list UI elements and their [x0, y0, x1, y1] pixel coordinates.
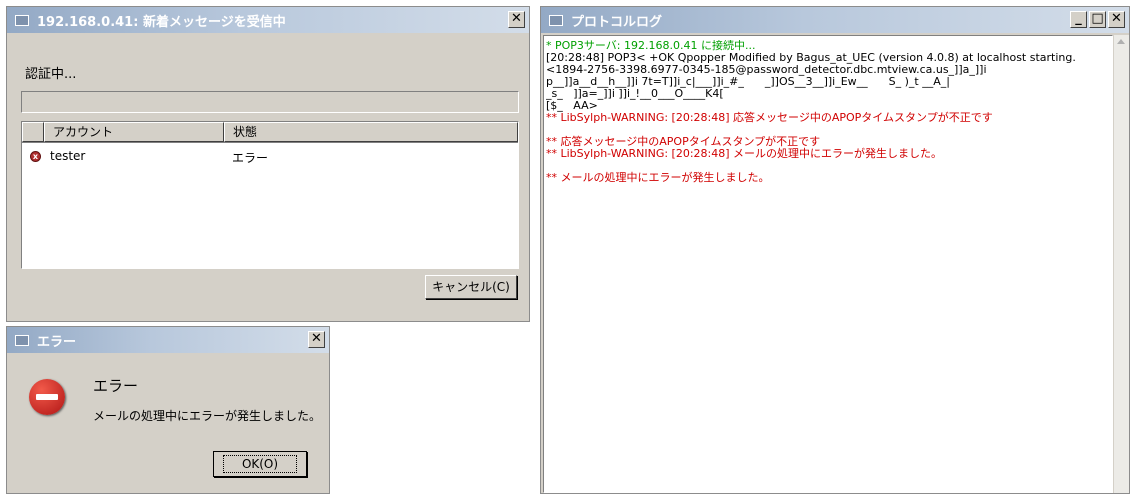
error-dialog: エラー ✕ エラー メールの処理中にエラーが発生しました。 OK(O)	[6, 326, 330, 494]
error-dialog-title: エラー	[37, 334, 77, 350]
column-label-state: 状態	[233, 125, 258, 139]
account-state: エラー	[232, 151, 269, 165]
error-status-icon: x	[30, 151, 41, 162]
log-window-title: プロトコルログ	[571, 14, 663, 30]
window-icon	[15, 334, 29, 346]
list-item[interactable]: x tester エラー	[22, 148, 518, 166]
ok-button[interactable]: OK(O)	[213, 451, 307, 477]
error-dialog-titlebar[interactable]: エラー	[7, 327, 329, 353]
close-icon[interactable]: ✕	[1108, 11, 1125, 28]
status-label: 認証中...	[25, 67, 77, 82]
column-header-icon[interactable]	[22, 122, 44, 142]
log-line: ** メールの処理中にエラーが発生しました。	[546, 171, 770, 184]
account-name: tester	[50, 149, 86, 163]
scroll-up-icon[interactable]	[1117, 39, 1125, 44]
list-header: アカウント 状態	[22, 122, 518, 143]
receive-window: 192.168.0.41: 新着メッセージを受信中 ✕ 認証中... アカウント…	[6, 6, 530, 322]
window-icon	[549, 14, 563, 26]
progress-bar	[21, 91, 519, 113]
minimize-icon[interactable]: _	[1070, 11, 1087, 28]
log-line: ** LibSylph-WARNING: [20:28:48] メールの処理中に…	[546, 147, 943, 160]
ok-button-label: OK(O)	[222, 455, 298, 473]
account-list[interactable]: アカウント 状態 x tester エラー	[21, 121, 519, 269]
protocol-log-window: プロトコルログ _ □ ✕ * POP3サーバ: 192.168.0.41 に接…	[540, 6, 1130, 494]
stop-sign-icon	[29, 379, 65, 415]
receive-window-titlebar[interactable]: 192.168.0.41: 新着メッセージを受信中	[7, 7, 529, 33]
close-icon[interactable]: ✕	[508, 11, 525, 28]
column-label-account: アカウント	[53, 125, 114, 139]
log-line: _s_ ]]a=_]]i ]]i_!__0___O____K4[	[546, 87, 724, 100]
close-icon[interactable]: ✕	[308, 331, 325, 348]
error-message: メールの処理中にエラーが発生しました。	[93, 409, 322, 423]
log-scrollbar[interactable]	[1113, 35, 1129, 493]
log-text-area[interactable]: * POP3サーバ: 192.168.0.41 に接続中... [20:28:48…	[543, 35, 1113, 493]
cancel-button-label: キャンセル(C)	[432, 280, 510, 294]
column-header-account[interactable]: アカウント	[44, 122, 224, 142]
window-icon	[15, 14, 29, 26]
column-header-state[interactable]: 状態	[224, 122, 518, 142]
log-window-titlebar[interactable]: プロトコルログ	[541, 7, 1129, 33]
maximize-icon[interactable]: □	[1089, 11, 1106, 28]
receive-window-title: 192.168.0.41: 新着メッセージを受信中	[37, 14, 286, 30]
log-lines: * POP3サーバ: 192.168.0.41 に接続中... [20:28:48…	[546, 40, 1110, 184]
log-line: ** LibSylph-WARNING: [20:28:48] 応答メッセージ中…	[546, 111, 993, 124]
error-heading: エラー	[93, 377, 139, 395]
cancel-button[interactable]: キャンセル(C)	[425, 275, 517, 299]
